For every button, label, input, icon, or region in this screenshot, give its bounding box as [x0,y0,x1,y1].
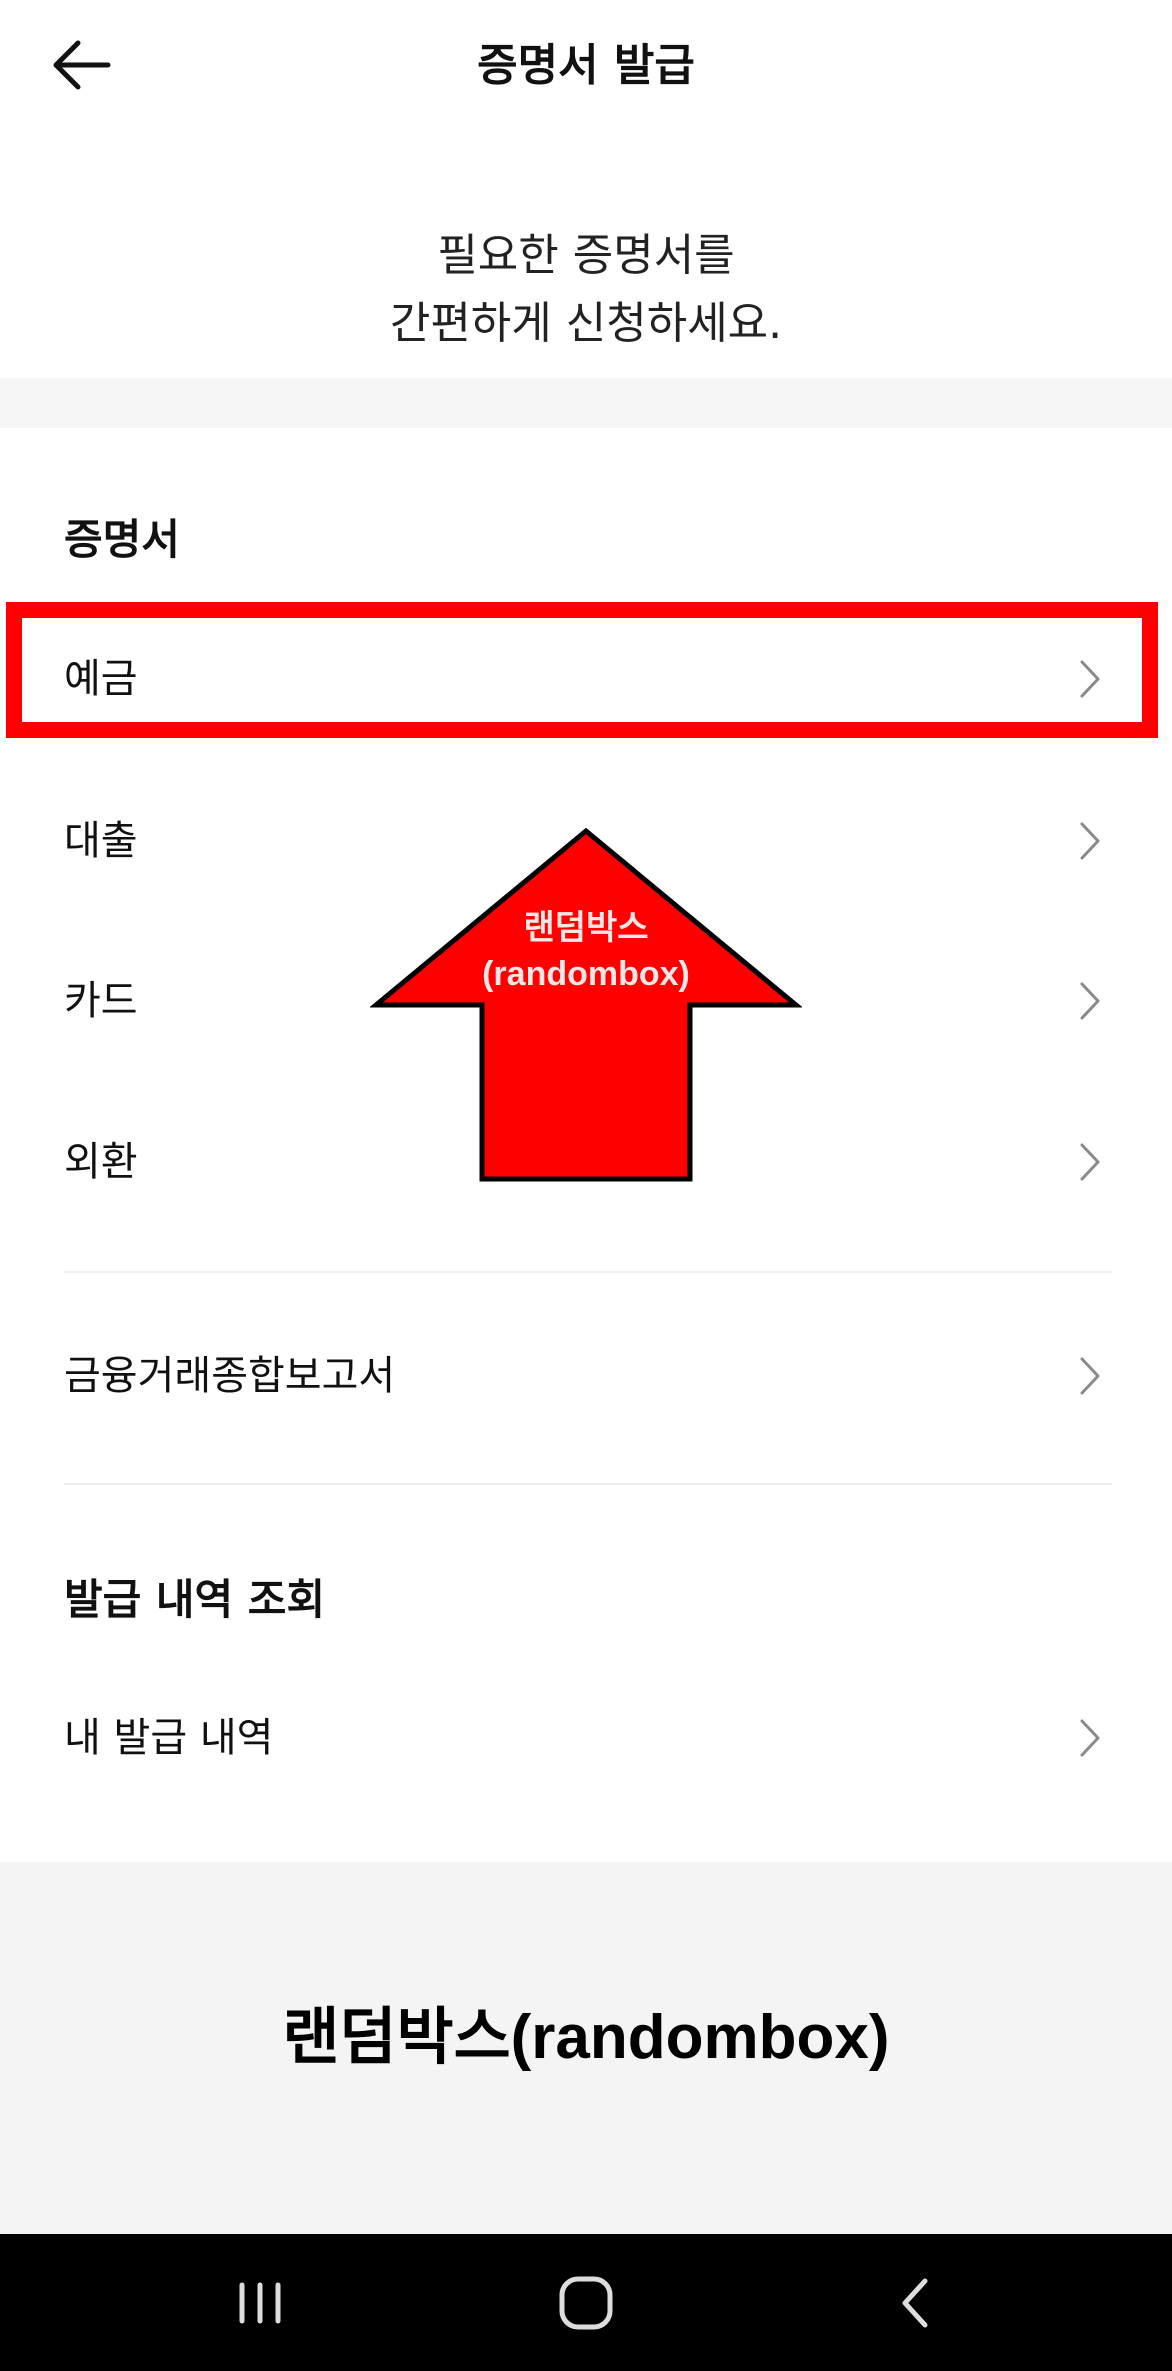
list-item-label: 내 발급 내역 [64,1715,274,1761]
chevron-right-icon [1080,1719,1100,1757]
up-arrow-icon [370,827,802,1182]
recents-button[interactable] [200,2258,320,2348]
arrow-label-line-2: (randombox) [482,955,690,993]
section-separator [0,378,1172,428]
history-section-title: 발급 내역 조회 [64,1575,326,1624]
recents-icon [239,2282,281,2324]
divider [64,1483,1112,1485]
intro-line-2: 간편하게 신청하세요. [389,298,783,349]
watermark-text: 랜덤박스(randombox) [282,2003,890,2072]
page-title: 증명서 발급 [477,40,695,91]
chevron-right-icon [1080,1143,1100,1181]
divider [64,1271,1112,1273]
arrow-label: 랜덤박스 (randombox) [370,905,802,997]
highlight-box [6,602,1158,738]
home-icon [559,2276,613,2330]
arrow-label-line-1: 랜덤박스 [523,909,649,947]
list-item-label: 대출 [64,818,138,864]
list-item-label: 금융거래종합보고서 [64,1353,396,1399]
system-back-button[interactable] [856,2258,976,2348]
back-chevron-icon [902,2278,928,2328]
list-item-label: 외환 [64,1139,138,1185]
list-item-label: 카드 [64,978,138,1024]
system-navigation-bar [0,2234,1172,2371]
chevron-right-icon [1080,982,1100,1020]
list-item-my-history[interactable]: 내 발급 내역 [0,1683,1172,1793]
home-button[interactable] [526,2258,646,2348]
chevron-right-icon [1080,1357,1100,1395]
list-item-financial-report[interactable]: 금융거래종합보고서 [0,1321,1172,1431]
chevron-right-icon [1080,822,1100,860]
top-bar: 증명서 발급 [0,0,1172,132]
intro-line-1: 필요한 증명서를 [437,230,735,281]
certificates-section-title: 증명서 [64,515,180,564]
intro-text: 필요한 증명서를 간편하게 신청하세요. [0,222,1172,358]
